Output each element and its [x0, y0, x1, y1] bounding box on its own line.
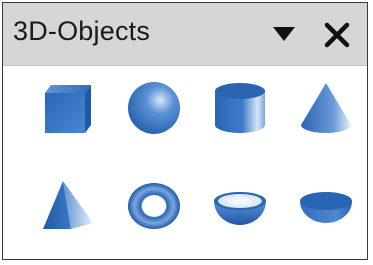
objects-grid: [3, 65, 367, 259]
cone-icon: [301, 83, 351, 133]
panel-title: 3D-Objects: [13, 16, 151, 46]
object-pyramid[interactable]: [33, 171, 103, 241]
3d-objects-panel: 3D-Objects: [2, 2, 368, 260]
half-sphere-icon: [300, 192, 352, 223]
pyramid-icon: [43, 181, 93, 229]
shell-icon: [214, 192, 266, 225]
panel-close-button[interactable]: [317, 15, 357, 55]
cube-icon: [45, 85, 91, 133]
object-cone[interactable]: [291, 73, 361, 143]
torus-icon: [128, 183, 180, 229]
object-half-sphere[interactable]: [291, 171, 361, 241]
sphere-icon: [128, 82, 180, 134]
cylinder-icon: [215, 83, 265, 133]
panel-menu-button[interactable]: [267, 17, 301, 51]
object-shell[interactable]: [205, 171, 275, 241]
object-cube[interactable]: [33, 73, 103, 143]
object-sphere[interactable]: [119, 73, 189, 143]
close-icon: [324, 22, 350, 48]
panel-title-bar: 3D-Objects: [3, 3, 367, 66]
triangle-down-icon: [273, 27, 295, 41]
object-cylinder[interactable]: [205, 73, 275, 143]
object-torus[interactable]: [119, 171, 189, 241]
